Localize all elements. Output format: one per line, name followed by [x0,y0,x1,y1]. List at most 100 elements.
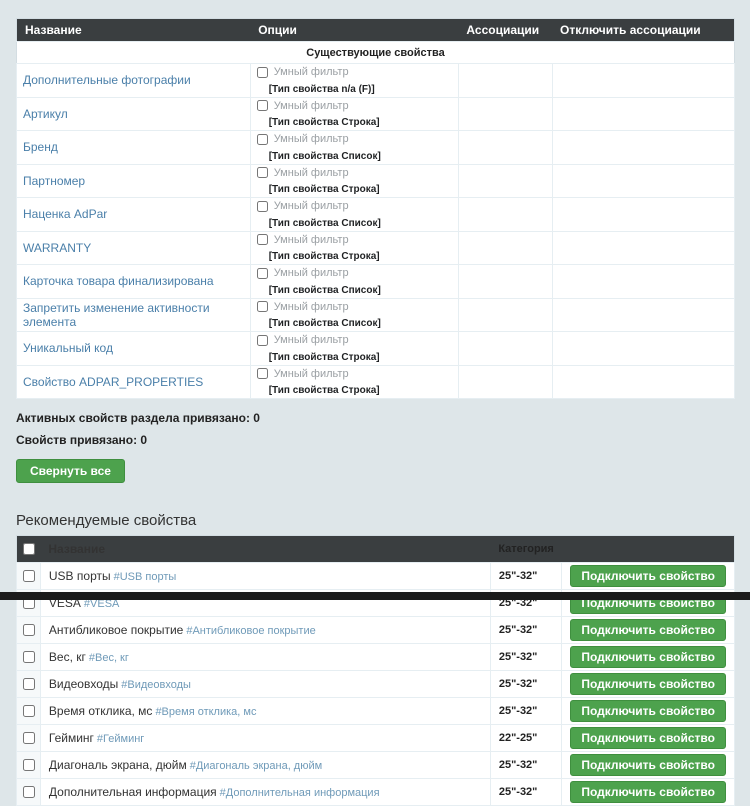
collapse-all-button[interactable]: Свернуть все [16,459,125,483]
property-name-link[interactable]: Партномер [23,174,85,188]
smart-filter-checkbox[interactable] [257,234,268,245]
disable-associations-cell [552,365,734,399]
column-header-name: Название [17,19,251,42]
property-name-link[interactable]: Дополнительные фотографии [23,73,191,87]
property-name-link[interactable]: Свойство ADPAR_PROPERTIES [23,375,203,389]
property-tag-link[interactable]: #Гейминг [97,733,144,745]
smart-filter-checkbox[interactable] [257,67,268,78]
property-name-link[interactable]: Запретить изменение активности элемента [23,301,210,329]
smart-filter-text: Умный фильтр [274,100,349,112]
connect-property-button[interactable]: Подключить свойство [570,646,726,668]
recommended-property-name: Диагональ экрана, дюйм [49,758,187,772]
active-properties-count: Активных свойств раздела привязано: 0 [16,411,735,425]
smart-filter-label[interactable]: Умный фильтр [257,334,349,346]
recommended-properties-heading: Рекомендуемые свойства [16,512,735,529]
smart-filter-label[interactable]: Умный фильтр [257,368,349,380]
category-value: 25"-32" [490,752,562,779]
property-type-label: [Тип свойства Строка] [269,117,380,128]
connect-property-button[interactable]: Подключить свойство [570,754,726,776]
recommended-property-row: Антибликовое покрытие#Антибликовое покры… [17,617,735,644]
disable-associations-cell [552,164,734,198]
property-tag-link[interactable]: #Время отклика, мс [155,706,256,718]
row-checkbox[interactable] [23,570,35,582]
property-tag-link[interactable]: #Вес, кг [89,652,129,664]
category-value: 25"-32" [490,671,562,698]
disable-associations-cell [552,265,734,299]
smart-filter-checkbox[interactable] [257,134,268,145]
smart-filter-label[interactable]: Умный фильтр [257,234,349,246]
property-name-link[interactable]: Наценка AdPar [23,207,107,221]
associations-cell [458,332,552,366]
smart-filter-checkbox[interactable] [257,201,268,212]
recommended-property-name: USB порты [49,569,111,583]
property-name-link[interactable]: Уникальный код [23,341,113,355]
smart-filter-label[interactable]: Умный фильтр [257,100,349,112]
category-value: 25"-32" [490,779,562,806]
connect-property-button[interactable]: Подключить свойство [570,700,726,722]
property-name-link[interactable]: Карточка товара финализирована [23,274,214,288]
smart-filter-checkbox[interactable] [257,301,268,312]
associations-cell [458,198,552,232]
smart-filter-text: Умный фильтр [274,167,349,179]
connect-property-button[interactable]: Подключить свойство [570,673,726,695]
column-header-actions [562,536,735,563]
smart-filter-label[interactable]: Умный фильтр [257,167,349,179]
disable-associations-cell [552,332,734,366]
column-header-associations: Ассоциации [458,19,552,42]
property-name-link[interactable]: Артикул [23,107,68,121]
recommended-property-name: Дополнительная информация [49,785,217,799]
existing-property-row: WARRANTYУмный фильтр[Тип свойства Строка… [17,231,735,265]
smart-filter-label[interactable]: Умный фильтр [257,301,349,313]
connect-property-button[interactable]: Подключить свойство [570,727,726,749]
row-checkbox[interactable] [23,786,35,798]
column-header-name: Название [40,536,490,563]
recommended-property-row: Видеовходы#Видеовходы25"-32"Подключить с… [17,671,735,698]
property-tag-link[interactable]: #USB порты [114,571,177,583]
property-type-label: [Тип свойства Строка] [269,385,380,396]
associations-cell [458,164,552,198]
smart-filter-label[interactable]: Умный фильтр [257,133,349,145]
bottom-dark-bar [0,592,750,600]
existing-property-row: Свойство ADPAR_PROPERTIES Умный фильтр [Ти… [17,365,735,399]
subheader-label: Существующие свойства [17,42,735,64]
property-type-label: [Тип свойства Строка] [269,184,380,195]
property-tag-link[interactable]: #Видеовходы [121,679,191,691]
smart-filter-label[interactable]: Умный фильтр [257,267,349,279]
category-value: 22"-25" [490,725,562,752]
smart-filter-text: Умный фильтр [274,133,349,145]
existing-property-row: Дополнительные фотографииУмный фильтр[Ти… [17,64,735,98]
existing-property-row: Карточка товара финализирована Умный филь… [17,265,735,299]
smart-filter-label[interactable]: Умный фильтр [257,66,349,78]
page-content: Название Опции Ассоциации Отключить ассо… [0,0,750,806]
property-tag-link[interactable]: #Диагональ экрана, дюйм [190,760,322,772]
property-name-link[interactable]: Бренд [23,140,58,154]
select-all-checkbox[interactable] [23,543,35,555]
property-tag-link[interactable]: #Дополнительная информация [220,787,380,799]
row-checkbox[interactable] [23,705,35,717]
recommended-property-name: Гейминг [49,731,94,745]
property-tag-link[interactable]: #Антибликовое покрытие [186,625,315,637]
row-checkbox[interactable] [23,732,35,744]
smart-filter-text: Умный фильтр [274,66,349,78]
connect-property-button[interactable]: Подключить свойство [570,619,726,641]
smart-filter-checkbox[interactable] [257,167,268,178]
smart-filter-text: Умный фильтр [274,267,349,279]
smart-filter-checkbox[interactable] [257,335,268,346]
smart-filter-label[interactable]: Умный фильтр [257,200,349,212]
associations-cell [458,64,552,98]
property-name-link[interactable]: WARRANTY [23,241,91,255]
smart-filter-checkbox[interactable] [257,100,268,111]
row-checkbox[interactable] [23,651,35,663]
smart-filter-text: Умный фильтр [274,200,349,212]
disable-associations-cell [552,64,734,98]
smart-filter-checkbox[interactable] [257,368,268,379]
existing-property-row: Наценка AdParУмный фильтр[Тип свойства С… [17,198,735,232]
disable-associations-cell [552,231,734,265]
row-checkbox[interactable] [23,678,35,690]
associations-cell [458,97,552,131]
row-checkbox[interactable] [23,624,35,636]
row-checkbox[interactable] [23,759,35,771]
connect-property-button[interactable]: Подключить свойство [570,565,726,587]
connect-property-button[interactable]: Подключить свойство [570,781,726,803]
smart-filter-checkbox[interactable] [257,268,268,279]
